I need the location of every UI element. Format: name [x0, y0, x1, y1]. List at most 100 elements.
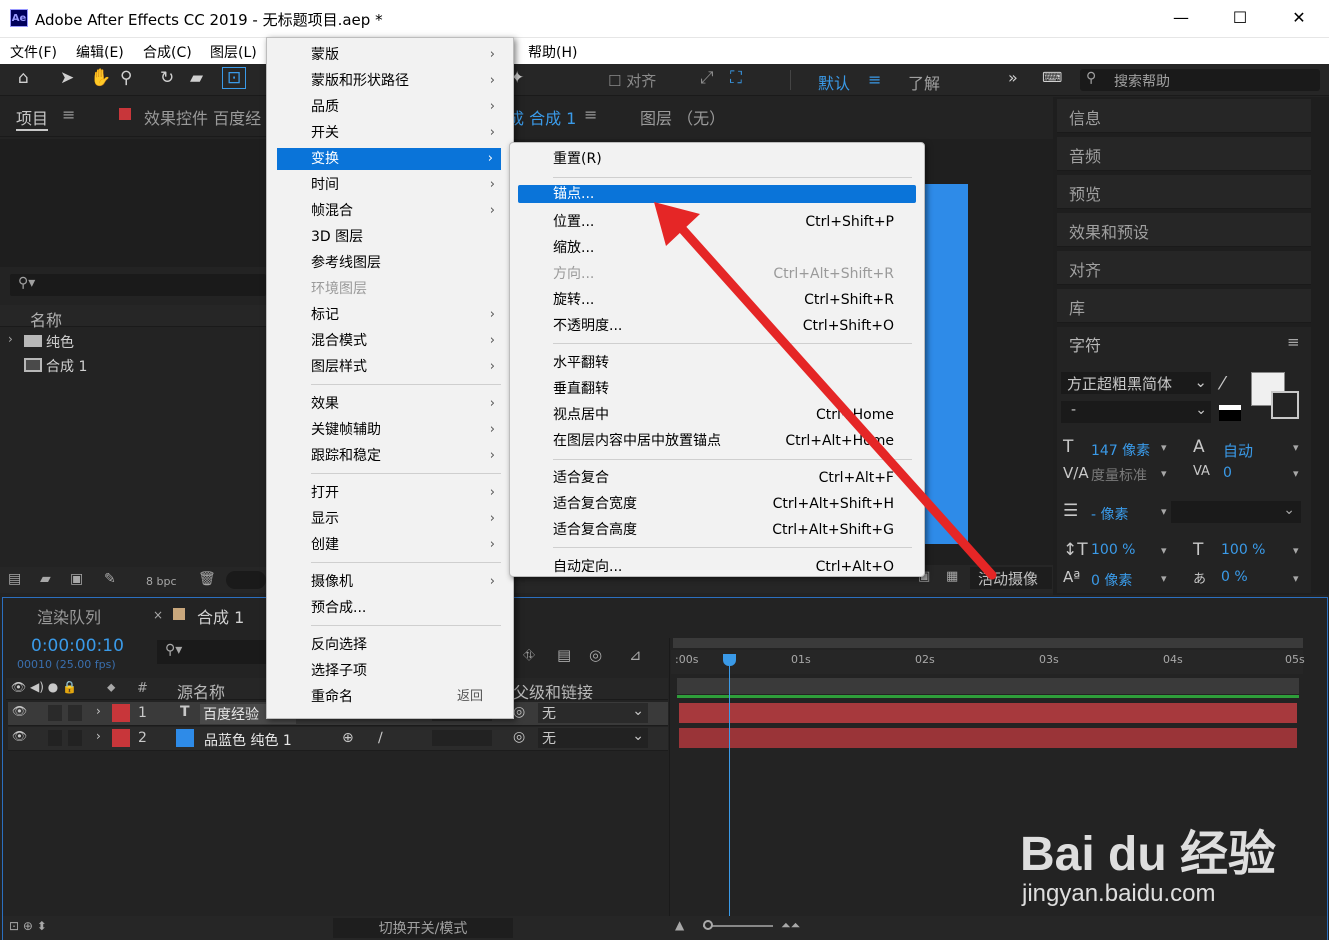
- layer-menu-item[interactable]: 选择子项: [267, 660, 513, 682]
- project-search-input[interactable]: ⚲▾: [10, 274, 266, 296]
- pick-whip-icon[interactable]: ◎: [513, 729, 525, 745]
- layer-menu-item[interactable]: 混合模式 ›: [267, 330, 513, 352]
- label-color-chip[interactable]: [112, 729, 130, 747]
- stroke-width-value[interactable]: - 像素: [1091, 504, 1129, 524]
- transform-menu-item[interactable]: 视点居中 Ctrl+Home: [510, 404, 924, 426]
- chevron-down-icon[interactable]: ▾: [1293, 544, 1299, 557]
- eye-icon[interactable]: 👁: [12, 704, 27, 718]
- graph-editor-icon[interactable]: ⊿: [629, 646, 642, 664]
- comp-flowchart-icon[interactable]: ⛗: [523, 646, 535, 664]
- layer-menu-item[interactable]: 环境图层: [267, 278, 513, 300]
- pan-behind-tool-icon[interactable]: ⊡: [222, 67, 247, 89]
- transform-menu-item[interactable]: 方向... Ctrl+Alt+Shift+R: [510, 263, 924, 285]
- keyboard-icon[interactable]: ⌨: [1042, 70, 1062, 86]
- column-source-name[interactable]: 源名称: [177, 679, 225, 703]
- eye-icon[interactable]: 👁: [12, 729, 27, 743]
- layer-menu-item[interactable]: 3D 图层: [267, 226, 513, 248]
- transform-menu-item[interactable]: 适合复合 Ctrl+Alt+F: [510, 467, 924, 489]
- workspace-menu-icon[interactable]: ≡: [868, 70, 881, 89]
- close-tab-icon[interactable]: ×: [153, 608, 163, 622]
- horizontal-scale-value[interactable]: 100 %: [1221, 542, 1265, 558]
- layer-menu-item[interactable]: 创建 ›: [267, 534, 513, 556]
- preview-panel[interactable]: 预览: [1057, 175, 1311, 209]
- info-panel[interactable]: 信息: [1057, 99, 1311, 133]
- motion-blur-icon[interactable]: ◎: [589, 646, 602, 664]
- hand-tool-icon[interactable]: ✋: [90, 68, 111, 88]
- stroke-color-swatch[interactable]: [1271, 391, 1299, 419]
- expand-arrow-icon[interactable]: ›: [96, 704, 101, 718]
- effects-control-tab[interactable]: 效果控件 百度经: [144, 105, 261, 129]
- layer-menu-item[interactable]: 跟踪和稳定 ›: [267, 445, 513, 467]
- interpret-footage-icon[interactable]: ▤: [8, 571, 21, 587]
- audio-panel[interactable]: 音频: [1057, 137, 1311, 171]
- tsume-value[interactable]: 0 %: [1221, 569, 1248, 585]
- transform-menu-item[interactable]: 重置(R): [510, 148, 924, 170]
- chevron-down-icon[interactable]: ▾: [1161, 467, 1167, 480]
- vertical-scale-value[interactable]: 100 %: [1091, 542, 1135, 558]
- maximize-button[interactable]: ☐: [1225, 8, 1255, 30]
- layer-menu-item[interactable]: 反向选择: [267, 634, 513, 656]
- render-queue-tab[interactable]: 渲染队列: [37, 604, 101, 628]
- font-family-select[interactable]: 方正超粗黑简体 ⌄: [1061, 372, 1211, 394]
- transform-menu-item[interactable]: 适合复合宽度 Ctrl+Alt+Shift+H: [510, 493, 924, 515]
- zoom-out-icon[interactable]: ▲: [675, 918, 684, 932]
- bpc-label[interactable]: 8 bpc: [146, 575, 177, 588]
- home-icon[interactable]: ⌂: [18, 68, 29, 88]
- chevron-down-icon[interactable]: ▾: [1161, 441, 1167, 454]
- layer-menu-item[interactable]: 打开 ›: [267, 482, 513, 504]
- layer-menu-item[interactable]: 显示 ›: [267, 508, 513, 530]
- transform-menu-item[interactable]: 垂直翻转: [510, 378, 924, 400]
- layer-menu-item[interactable]: 效果 ›: [267, 393, 513, 415]
- project-settings-icon[interactable]: ✎: [104, 571, 116, 587]
- align-panel[interactable]: 对齐: [1057, 251, 1311, 285]
- layer-menu-item[interactable]: 图层样式 ›: [267, 356, 513, 378]
- trash-icon[interactable]: 🗑: [198, 571, 216, 587]
- work-area-bar[interactable]: [673, 638, 1303, 648]
- layer-duration-bar[interactable]: [679, 703, 1297, 723]
- layer-menu-item[interactable]: 重命名 返回: [267, 686, 513, 708]
- library-panel[interactable]: 库: [1057, 289, 1311, 323]
- align-checkbox[interactable]: ☐ 对齐: [608, 70, 656, 91]
- frame-blend-icon[interactable]: ▤: [557, 646, 571, 664]
- zoom-slider[interactable]: [703, 925, 773, 927]
- transform-menu-item[interactable]: 在图层内容中居中放置锚点 Ctrl+Alt+Home: [510, 430, 924, 452]
- chevron-down-icon[interactable]: ▾: [1293, 441, 1299, 454]
- more-workspaces[interactable]: »: [1008, 68, 1018, 87]
- time-ruler[interactable]: :00s 01s 02s 03s 04s 05s: [671, 650, 1305, 674]
- black-white-swatch[interactable]: [1219, 405, 1241, 421]
- zoom-in-icon[interactable]: ⏶⏶: [781, 918, 800, 933]
- kerning-value[interactable]: 度量标准: [1091, 465, 1147, 485]
- quality-switch-icon[interactable]: ∕: [378, 730, 383, 746]
- layer-menu-item[interactable]: 蒙版 ›: [267, 44, 513, 66]
- layer-switches-icon[interactable]: ⊡ ⊕ ⬍: [9, 919, 47, 933]
- pick-whip-icon[interactable]: ◎: [513, 704, 525, 720]
- close-button[interactable]: ✕: [1284, 8, 1314, 30]
- layer-duration-bar[interactable]: [679, 728, 1297, 748]
- column-parent[interactable]: 父级和链接: [513, 679, 593, 703]
- font-size-value[interactable]: 147 像素: [1091, 440, 1150, 460]
- tracking-value[interactable]: 0: [1223, 465, 1232, 481]
- layer-menu-item[interactable]: 关键帧辅助 ›: [267, 419, 513, 441]
- layer-menu-item[interactable]: 时间 ›: [267, 174, 513, 196]
- shy-switch-icon[interactable]: ⊕: [342, 730, 354, 746]
- chevron-down-icon[interactable]: ▾: [1161, 572, 1167, 585]
- comp-tab[interactable]: 成 合成 1: [508, 105, 576, 129]
- layer-menu-item[interactable]: 开关 ›: [267, 122, 513, 144]
- comp-tab-menu[interactable]: ≡: [584, 105, 597, 124]
- layer-menu-item[interactable]: 摄像机 ›: [267, 571, 513, 593]
- snap-target-icon[interactable]: ⛶: [730, 68, 742, 88]
- minimize-button[interactable]: —: [1166, 8, 1196, 30]
- chevron-down-icon[interactable]: ▾: [1293, 572, 1299, 585]
- transform-menu-item[interactable]: 不透明度... Ctrl+Shift+O: [510, 315, 924, 337]
- menu-file[interactable]: 文件(F): [10, 42, 57, 62]
- menu-layer[interactable]: 图层(L): [210, 42, 257, 62]
- eyedropper-icon[interactable]: ⁄: [1221, 373, 1224, 394]
- menu-composition[interactable]: 合成(C): [143, 42, 192, 62]
- camera-tool-icon[interactable]: ▰: [190, 68, 203, 88]
- layer-menu-item[interactable]: 蒙版和形状路径 ›: [267, 70, 513, 92]
- layer-menu-item[interactable]: 参考线图层: [267, 252, 513, 274]
- playhead-handle[interactable]: [723, 654, 736, 666]
- chevron-down-icon[interactable]: ▾: [1161, 544, 1167, 557]
- toggle-switches-modes-button[interactable]: 切换开关/模式: [333, 918, 513, 938]
- transform-menu-item[interactable]: 水平翻转: [510, 352, 924, 374]
